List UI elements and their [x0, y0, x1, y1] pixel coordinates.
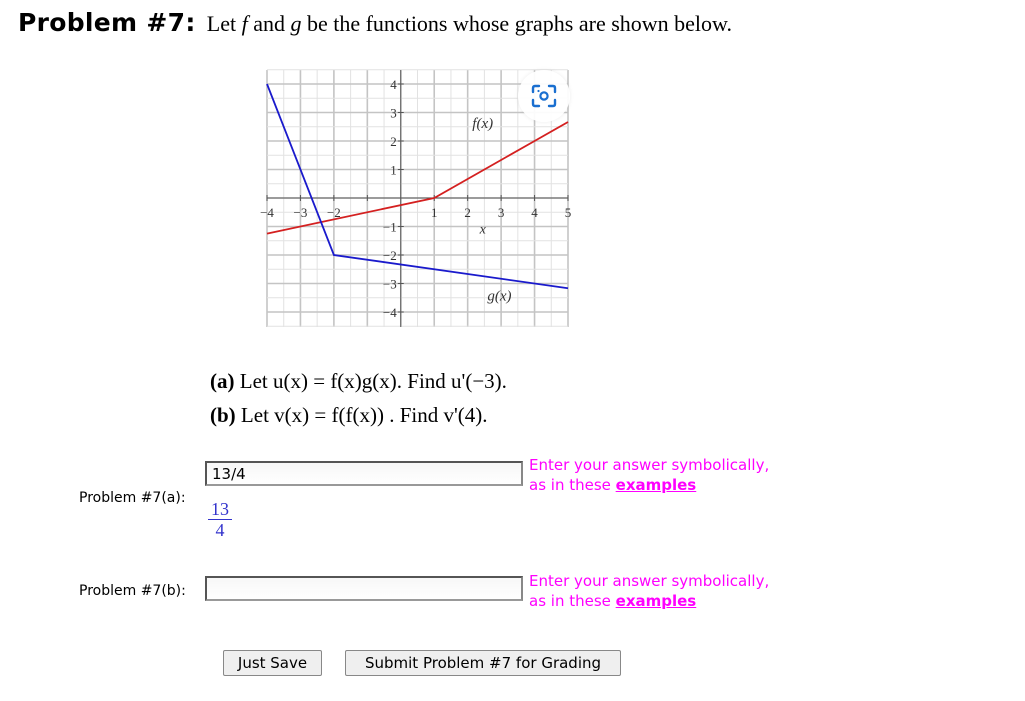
y-tick-label: −2	[383, 248, 397, 263]
question-a-text: Let u(x) = f(x)g(x). Find u'(−3).	[234, 369, 507, 393]
problem-number: Problem #7:	[18, 8, 196, 37]
x-tick-label: 1	[431, 205, 438, 220]
x-axis-label: x	[479, 223, 487, 238]
hint-line1: Enter your answer symbolically,	[529, 572, 770, 590]
y-tick-label: 3	[390, 106, 397, 121]
question-list: (a) Let u(x) = f(x)g(x). Find u'(−3). (b…	[210, 364, 507, 432]
submit-button[interactable]: Submit Problem #7 for Grading	[345, 650, 621, 676]
intro-suffix: be the functions whose graphs are shown …	[301, 11, 732, 36]
hint-line1: Enter your answer symbolically,	[529, 456, 770, 474]
preview-denominator: 4	[215, 520, 225, 540]
hint-line2: as in these examples	[529, 591, 769, 611]
y-tick-label: 1	[390, 163, 397, 178]
g-symbol: g	[290, 11, 302, 36]
x-tick-label: −3	[294, 205, 308, 220]
visual-search-icon	[531, 84, 557, 108]
answer-b-input[interactable]	[205, 576, 523, 601]
x-tick-label: −4	[260, 205, 274, 220]
hint-prefix: as in these	[529, 592, 616, 610]
x-tick-label: 3	[498, 205, 505, 220]
intro-prefix: Let	[206, 11, 242, 36]
f-label: f(x)	[472, 116, 493, 132]
just-save-button[interactable]: Just Save	[223, 650, 322, 676]
answer-a-label: Problem #7(a):	[79, 490, 186, 506]
question-a: (a) Let u(x) = f(x)g(x). Find u'(−3).	[210, 364, 507, 398]
y-tick-label: 2	[390, 134, 397, 149]
answer-b-hint: Enter your answer symbolically, as in th…	[529, 571, 769, 611]
y-tick-label: −3	[383, 277, 397, 292]
visual-search-button[interactable]	[518, 70, 570, 122]
answer-b-label: Problem #7(b):	[79, 583, 186, 599]
y-tick-label: −1	[383, 220, 397, 235]
x-tick-label: 4	[531, 205, 538, 220]
problem-intro: Let f and g be the functions whose graph…	[207, 11, 732, 36]
answer-a-preview: 13 4	[208, 500, 232, 539]
preview-numerator: 13	[208, 500, 232, 520]
intro-mid: and	[247, 11, 291, 36]
examples-link[interactable]: examples	[616, 476, 697, 494]
x-tick-label: 5	[565, 205, 572, 220]
question-b: (b) Let v(x) = f(f(x)) . Find v'(4).	[210, 398, 507, 432]
g-label: g(x)	[487, 289, 511, 305]
question-b-text: Let v(x) = f(f(x)) . Find v'(4).	[235, 403, 488, 427]
y-tick-label: 4	[390, 77, 397, 92]
question-b-label: (b)	[210, 403, 236, 427]
hint-prefix: as in these	[529, 476, 616, 494]
x-tick-label: 2	[464, 205, 471, 220]
question-a-label: (a)	[210, 369, 235, 393]
answer-a-hint: Enter your answer symbolically, as in th…	[529, 455, 769, 495]
hint-line2: as in these examples	[529, 475, 769, 495]
answer-a-input[interactable]	[205, 461, 523, 486]
y-tick-label: −4	[383, 305, 397, 320]
problem-title: Problem #7: Let f and g be the functions…	[18, 8, 732, 37]
examples-link[interactable]: examples	[616, 592, 697, 610]
